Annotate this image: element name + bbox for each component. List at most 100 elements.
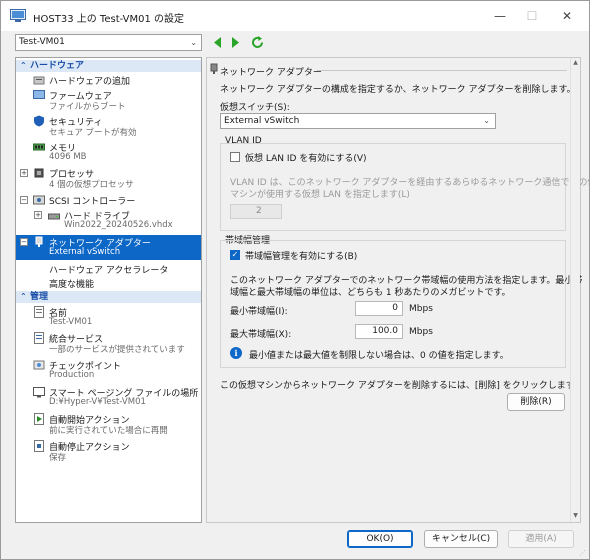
bandwidth-info-text: 最小値または最大値を制限しない場合は、0 の値を指定します。 [249,351,509,361]
smart-paging-icon [33,387,45,398]
nav-item-security[interactable]: セキュリティ セキュア ブートが有効 [16,114,201,138]
toolbar: Test-VM01 ⌄ [1,31,589,55]
integration-services-icon [34,332,44,344]
nav-item-sub: 4 個の仮想プロセッサ [49,180,134,190]
collapse-tree-icon[interactable]: − [20,196,28,204]
nav-item-sub: セキュア ブートが有効 [49,128,137,138]
vswitch-dropdown[interactable]: External vSwitch ⌄ [220,113,496,129]
cancel-button[interactable]: キャンセル(C) [424,530,498,548]
nav-item-auto-stop[interactable]: 自動停止アクション 保存 [16,439,201,463]
minimize-button[interactable]: — [485,6,515,26]
vlan-id-input[interactable]: 2 [230,204,282,219]
vm-select[interactable]: Test-VM01 ⌄ [15,34,202,51]
vlan-enable-checkbox[interactable] [230,152,240,162]
nav-item-sub: 前に実行されていた場合に再開 [49,426,168,436]
add-hardware-icon [33,76,45,85]
maximize-button[interactable]: ☐ [517,6,547,26]
vswitch-label: 仮想スイッチ(S): [220,103,290,113]
title-divider [317,70,567,71]
nav-item-sub: Test-VM01 [49,317,93,327]
vswitch-value: External vSwitch [224,116,300,126]
checkpoint-icon [33,360,45,370]
section-hardware[interactable]: ⌃ ハードウェア [16,60,201,72]
collapse-icon: ⌃ [20,61,27,70]
collapse-icon: ⌃ [20,292,27,301]
hard-drive-icon [48,213,60,220]
nav-item-advanced-features[interactable]: 高度な機能 [16,276,201,290]
nav-item-sub: Production [49,370,95,380]
nav-item-sub: 保存 [49,453,67,463]
memory-icon [33,143,45,151]
scroll-down-icon[interactable]: ▼ [571,512,580,521]
panel-description: ネットワーク アダプターの構成を指定するか、ネットワーク アダプターを削除します… [220,85,576,95]
title-bar: HOST33 上の Test-VM01 の設定 — ☐ ✕ [1,1,589,31]
nav-item-checkpoints[interactable]: チェックポイント Production [16,358,201,382]
bandwidth-enable-checkbox[interactable]: ✓ [230,250,240,260]
nav-item-sub: 4096 MB [49,152,87,162]
processor-icon [34,168,44,178]
auto-start-icon [34,413,44,425]
nav-item-processor[interactable]: + プロセッサ 4 個の仮想プロセッサ [16,166,201,190]
firmware-icon [33,90,45,99]
min-bandwidth-unit: Mbps [409,304,433,314]
collapse-tree-icon[interactable]: − [20,238,28,246]
nav-item-sub: D:¥Hyper-V¥Test-VM01 [49,397,146,407]
scsi-controller-icon [33,195,45,205]
nav-item-name[interactable]: 名前 Test-VM01 [16,305,201,329]
resize-grip-icon[interactable]: ⋰ [579,549,587,557]
nav-item-label: ハードウェア アクセラレータ [49,266,169,276]
section-hardware-label: ハードウェア [30,61,85,71]
max-bandwidth-label: 最大帯域幅(X): [230,330,292,340]
nav-item-label: SCSI コントローラー [49,197,136,207]
nav-item-auto-start[interactable]: 自動開始アクション 前に実行されていた場合に再開 [16,412,201,436]
previous-arrow-icon[interactable] [211,35,225,50]
next-arrow-icon[interactable] [228,35,242,50]
shield-icon [34,115,44,127]
refresh-icon[interactable] [251,35,265,50]
max-bandwidth-input[interactable]: 100.0 [355,324,403,339]
nav-item-sub: ファイルからブート [49,102,126,112]
nav-item-hardware-accelerator[interactable]: ハードウェア アクセラレータ [16,262,201,276]
vlan-checkbox-label[interactable]: 仮想 LAN ID を有効にする(V) [245,151,367,164]
nav-item-scsi-controller[interactable]: − SCSI コントローラー [16,193,201,207]
settings-window: HOST33 上の Test-VM01 の設定 — ☐ ✕ Test-VM01 … [0,0,590,560]
min-bandwidth-input[interactable]: 0 [355,301,403,316]
chevron-down-icon: ⌄ [190,38,197,47]
nav-item-hard-drive[interactable]: + ハード ドライブ Win2022_20240526.vhdx [16,208,201,232]
nav-item-sub: External vSwitch [49,247,121,257]
nav-item-integration-services[interactable]: 統合サービス 一部のサービスが提供されています [16,331,201,355]
network-adapter-icon [35,236,43,247]
network-adapter-icon [210,63,218,74]
panel-scrollbar[interactable]: ▲ ▼ [570,58,580,522]
auto-stop-icon [34,440,44,452]
remove-button[interactable]: 削除(R) [507,393,565,411]
nav-item-label: 高度な機能 [49,280,95,290]
nav-item-add-hardware[interactable]: ハードウェアの追加 [16,73,201,87]
close-button[interactable]: ✕ [552,6,582,26]
scroll-up-icon[interactable]: ▲ [571,59,580,68]
ok-button[interactable]: OK(O) [347,530,413,548]
hyperv-app-icon [10,9,26,22]
nav-item-label: ハードウェアの追加 [49,77,131,87]
network-adapter-panel: ネットワーク アダプター ネットワーク アダプターの構成を指定するか、ネットワー… [206,57,590,523]
info-icon: i [230,347,242,359]
expand-icon[interactable]: + [20,169,28,177]
max-bandwidth-unit: Mbps [409,327,433,337]
remove-description: この仮想マシンからネットワーク アダプターを削除するには、[削除] をクリックし… [220,381,583,391]
bandwidth-checkbox-label[interactable]: 帯域幅管理を有効にする(B) [245,249,357,262]
nav-item-firmware[interactable]: ファームウェア ファイルからブート [16,88,201,112]
vlan-description-line2: マシンが使用する仮想 LAN を指定します(L) [230,190,410,200]
nav-item-memory[interactable]: メモリ 4096 MB [16,140,201,164]
bandwidth-description-line2: 域幅と最大帯域幅の単位は、どちらも 1 秒あたりのメガビットです。 [230,288,511,298]
nav-item-smart-paging[interactable]: スマート ページング ファイルの場所 D:¥Hyper-V¥Test-VM01 [16,385,201,409]
nav-item-network-adapter[interactable]: − ネットワーク アダプター External vSwitch [16,235,201,260]
section-management[interactable]: ⌃ 管理 [16,291,201,303]
panel-title: ネットワーク アダプター [220,68,322,78]
min-bandwidth-label: 最小帯域幅(I): [230,307,288,317]
expand-icon[interactable]: + [34,211,42,219]
settings-tree: ⌃ ハードウェア ハードウェアの追加 ファームウェア ファイルからブート セキュリ… [15,57,202,523]
section-management-label: 管理 [30,292,49,302]
window-title: HOST33 上の Test-VM01 の設定 [33,14,185,25]
vm-select-value: Test-VM01 [19,37,65,47]
apply-button[interactable]: 適用(A) [508,530,574,548]
